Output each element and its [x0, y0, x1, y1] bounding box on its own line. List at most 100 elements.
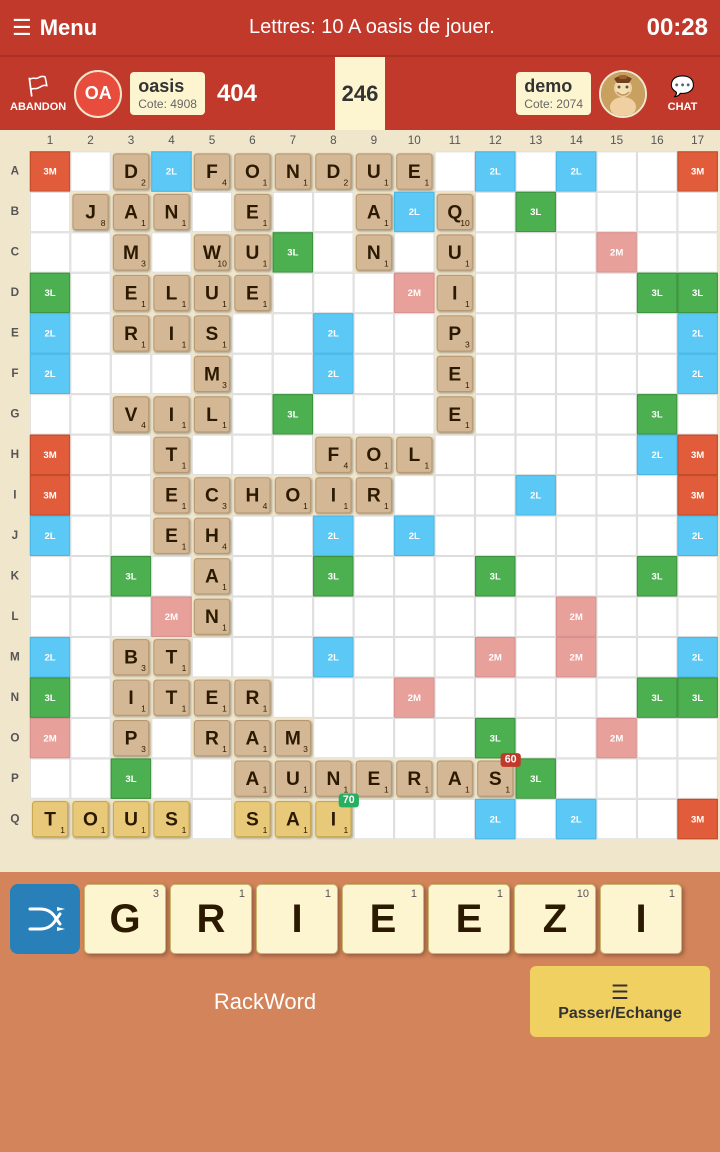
board-cell[interactable]: [30, 192, 70, 232]
board-cell[interactable]: [111, 475, 151, 515]
board-cell[interactable]: [192, 758, 232, 798]
board-cell[interactable]: M3: [192, 354, 232, 394]
board-cell[interactable]: L1: [394, 435, 434, 475]
board-cell[interactable]: [394, 313, 434, 353]
board-cell[interactable]: O1: [70, 799, 110, 839]
board-cell[interactable]: [273, 516, 313, 556]
board-cell[interactable]: [70, 597, 110, 637]
board-cell[interactable]: [273, 556, 313, 596]
board-cell[interactable]: [70, 435, 110, 475]
board-cell[interactable]: [677, 394, 717, 434]
board-cell[interactable]: A1: [232, 758, 272, 798]
board-cell[interactable]: [70, 313, 110, 353]
board-cell[interactable]: [354, 799, 394, 839]
board-cell[interactable]: [30, 394, 70, 434]
board-cell[interactable]: [556, 758, 596, 798]
board-cell[interactable]: [596, 435, 636, 475]
board-cell[interactable]: [273, 435, 313, 475]
board-cell[interactable]: C3: [192, 475, 232, 515]
board-cell[interactable]: N1: [354, 232, 394, 272]
board-cell[interactable]: D2: [313, 151, 353, 191]
board-cell[interactable]: [394, 394, 434, 434]
board-cell[interactable]: N1: [192, 597, 232, 637]
board-cell[interactable]: [70, 354, 110, 394]
board-cell[interactable]: E1: [435, 394, 475, 434]
board-cell[interactable]: V4: [111, 394, 151, 434]
board-cell[interactable]: [556, 556, 596, 596]
board-cell[interactable]: [516, 232, 556, 272]
board-cell[interactable]: [232, 556, 272, 596]
board-cell[interactable]: U1: [232, 232, 272, 272]
board-cell[interactable]: R1: [232, 677, 272, 717]
board-cell[interactable]: I1: [151, 394, 191, 434]
board-cell[interactable]: [111, 597, 151, 637]
board-cell[interactable]: [637, 151, 677, 191]
board-cell[interactable]: [232, 597, 272, 637]
board-cell[interactable]: P3: [111, 718, 151, 758]
board-cell[interactable]: [313, 192, 353, 232]
board-cell[interactable]: [232, 516, 272, 556]
board-cell[interactable]: [394, 597, 434, 637]
board-cell[interactable]: [273, 677, 313, 717]
board-cell[interactable]: E1: [111, 273, 151, 313]
board-cell[interactable]: T1: [151, 637, 191, 677]
board-cell[interactable]: [435, 597, 475, 637]
board-cell[interactable]: [637, 192, 677, 232]
rack-tile[interactable]: 1I: [256, 884, 338, 954]
board-cell[interactable]: [313, 677, 353, 717]
board-cell[interactable]: [70, 475, 110, 515]
board-cell[interactable]: [475, 435, 515, 475]
board-cell[interactable]: U1: [192, 273, 232, 313]
board-cell[interactable]: R1: [192, 718, 232, 758]
board-cell[interactable]: [30, 597, 70, 637]
board-cell[interactable]: [435, 718, 475, 758]
board-cell[interactable]: [151, 758, 191, 798]
board-cell[interactable]: [70, 394, 110, 434]
board-cell[interactable]: [151, 718, 191, 758]
board-cell[interactable]: [596, 516, 636, 556]
board-cell[interactable]: [637, 475, 677, 515]
board-cell[interactable]: [475, 313, 515, 353]
board-cell[interactable]: I170: [313, 799, 353, 839]
board-cell[interactable]: U1: [354, 151, 394, 191]
rack-tile[interactable]: 1I: [600, 884, 682, 954]
board-cell[interactable]: H4: [232, 475, 272, 515]
board-cell[interactable]: [70, 273, 110, 313]
board-cell[interactable]: S1: [192, 313, 232, 353]
board-cell[interactable]: [273, 597, 313, 637]
menu-button[interactable]: Menu: [40, 15, 97, 41]
board-cell[interactable]: [354, 637, 394, 677]
board-cell[interactable]: [516, 516, 556, 556]
board-cell[interactable]: [556, 718, 596, 758]
board-cell[interactable]: [596, 677, 636, 717]
board-cell[interactable]: P3: [435, 313, 475, 353]
passer-echange-button[interactable]: ☰ Passer/Echange: [530, 966, 710, 1037]
board-cell[interactable]: [435, 475, 475, 515]
board-cell[interactable]: [637, 313, 677, 353]
board-cell[interactable]: E1: [192, 677, 232, 717]
board-cell[interactable]: W10: [192, 232, 232, 272]
board-cell[interactable]: [637, 718, 677, 758]
board-cell[interactable]: [30, 556, 70, 596]
board-cell[interactable]: U1: [435, 232, 475, 272]
board-cell[interactable]: [475, 677, 515, 717]
board-cell[interactable]: [596, 799, 636, 839]
board-cell[interactable]: I1: [435, 273, 475, 313]
board-cell[interactable]: [192, 637, 232, 677]
rack-tile[interactable]: 1E: [428, 884, 510, 954]
board-cell[interactable]: [677, 192, 717, 232]
board-cell[interactable]: B3: [111, 637, 151, 677]
board-cell[interactable]: [394, 475, 434, 515]
board-cell[interactable]: [637, 637, 677, 677]
board-cell[interactable]: R1: [354, 475, 394, 515]
board-cell[interactable]: [435, 516, 475, 556]
board-cell[interactable]: T1: [151, 677, 191, 717]
board-cell[interactable]: [596, 151, 636, 191]
board-cell[interactable]: [516, 313, 556, 353]
board-cell[interactable]: [394, 799, 434, 839]
board-cell[interactable]: [637, 232, 677, 272]
board-cell[interactable]: [475, 273, 515, 313]
board-cell[interactable]: A1: [435, 758, 475, 798]
board-cell[interactable]: [273, 637, 313, 677]
board-cell[interactable]: [475, 232, 515, 272]
